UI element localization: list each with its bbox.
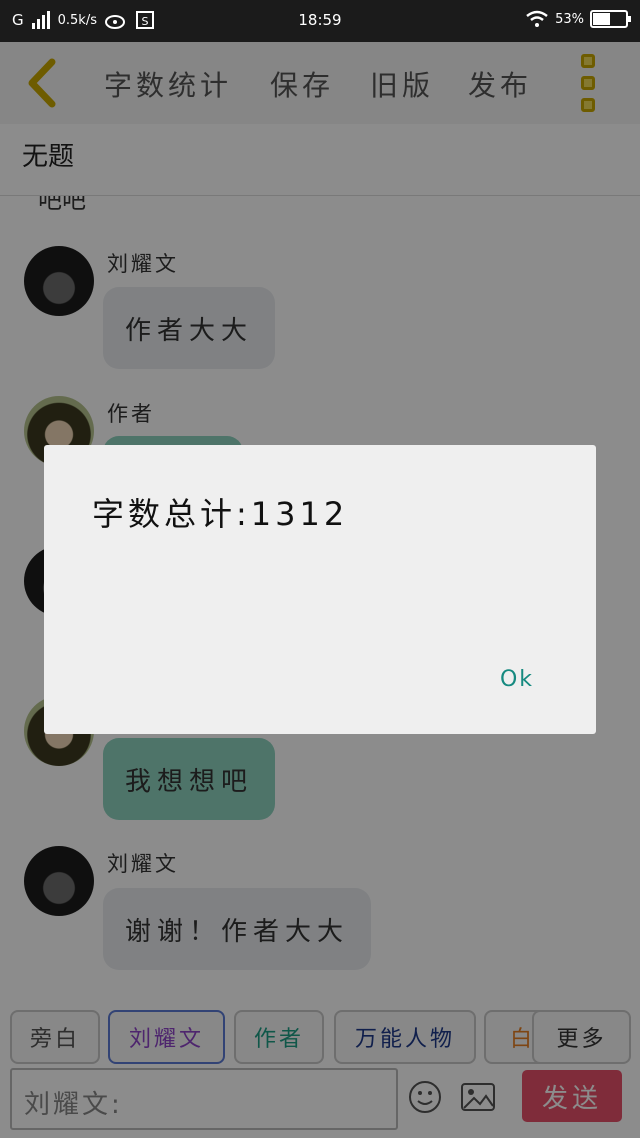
dialog-message: 字数总计:1312 (92, 495, 349, 533)
status-bar: G 0.5k/s S 18:59 53% (0, 0, 640, 42)
battery-percent: 53% (555, 11, 584, 27)
status-right: 53% (525, 10, 631, 28)
ok-button[interactable]: Ok (500, 667, 534, 692)
battery-fill (593, 13, 610, 25)
word-count-dialog: 字数总计:1312 Ok (44, 445, 596, 734)
battery-icon (590, 10, 631, 28)
wifi-icon (526, 10, 548, 27)
